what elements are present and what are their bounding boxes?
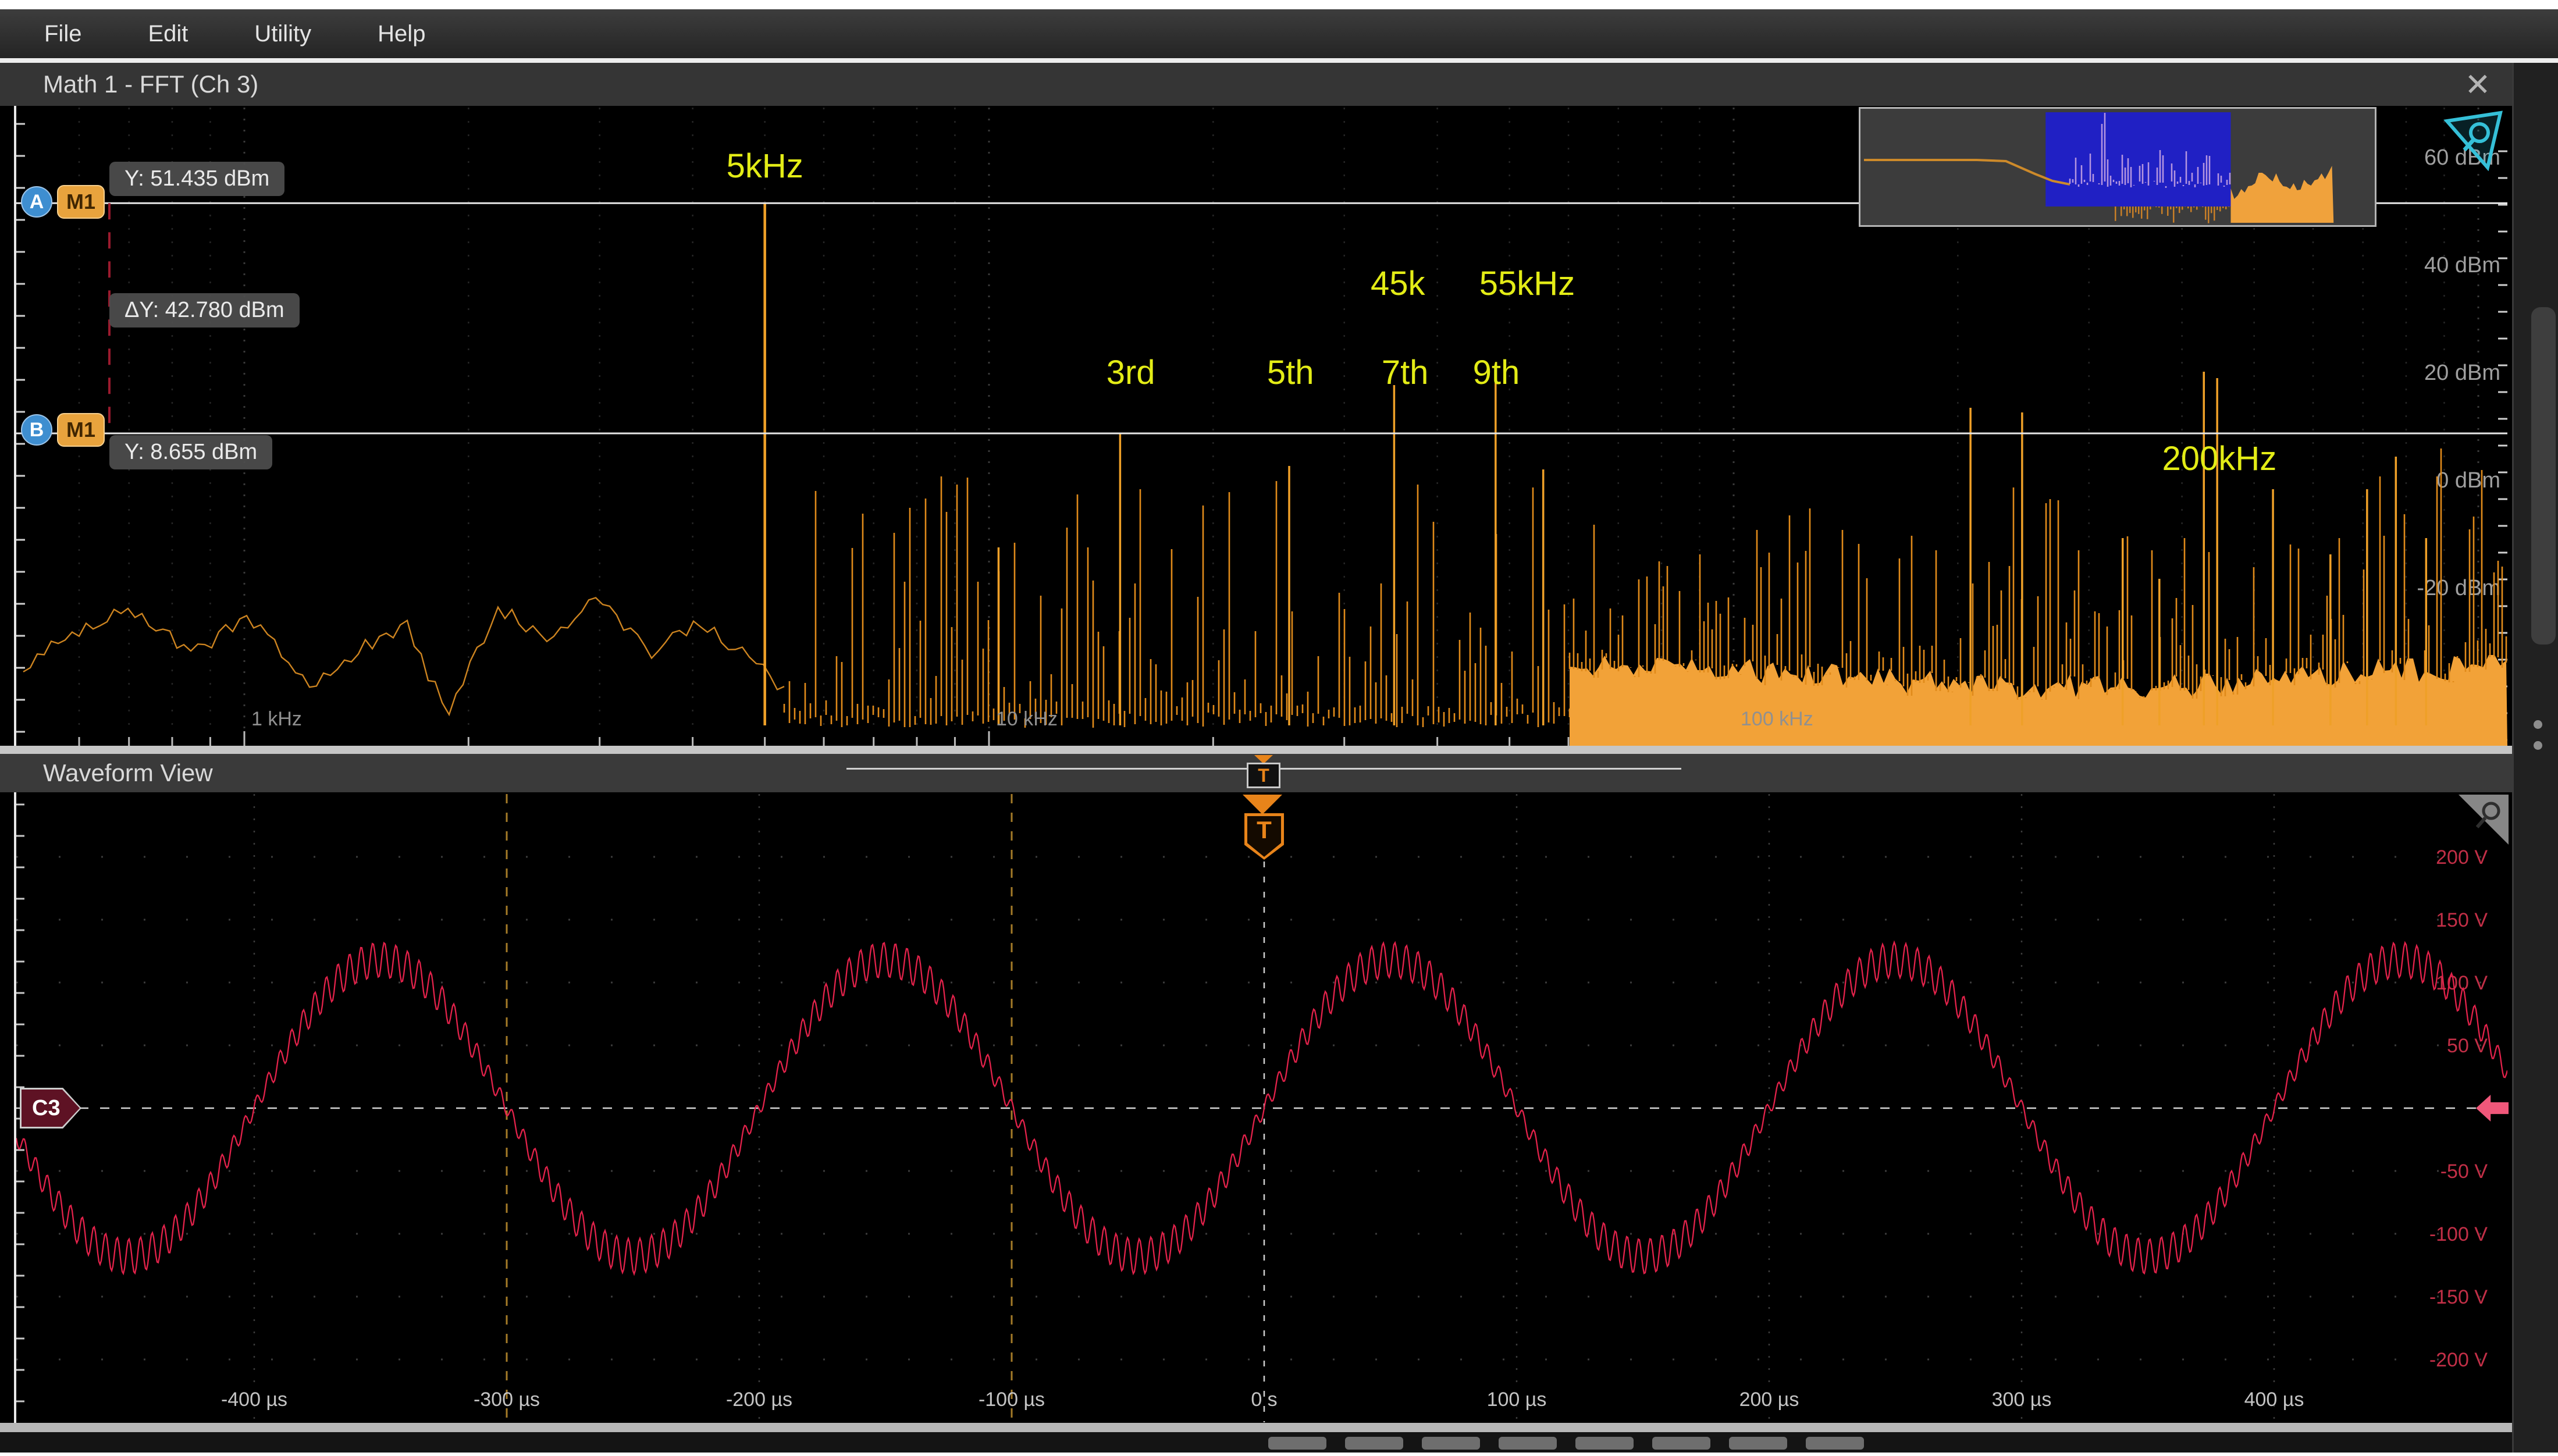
svg-text:200 V: 200 V xyxy=(2436,846,2488,868)
svg-text:5kHz: 5kHz xyxy=(727,147,803,185)
waveform-plot[interactable]: 200 V150 V100 V50 V-50 V-100 V-150 V-200… xyxy=(0,792,2512,1423)
scrollbar-grip-dot xyxy=(2534,741,2542,750)
cursor-b-handle[interactable]: B xyxy=(21,414,52,446)
svg-text:9th: 9th xyxy=(1473,354,1520,391)
svg-text:50 V: 50 V xyxy=(2447,1035,2488,1057)
svg-text:-200 V: -200 V xyxy=(2429,1349,2488,1371)
cursor-b-source-badge[interactable]: M1 xyxy=(57,413,105,447)
waveform-canvas[interactable]: 200 V150 V100 V50 V-50 V-100 V-150 V-200… xyxy=(16,794,2507,1422)
svg-text:200kHz: 200kHz xyxy=(2162,440,2277,478)
svg-text:7th: 7th xyxy=(1382,354,1429,391)
svg-text:5th: 5th xyxy=(1267,354,1314,391)
svg-text:-300 µs: -300 µs xyxy=(474,1389,540,1411)
menu-file[interactable]: File xyxy=(44,21,81,47)
svg-text:100 µs: 100 µs xyxy=(1487,1389,1547,1411)
close-icon[interactable]: ✕ xyxy=(2457,65,2498,104)
svg-text:-20 dBm: -20 dBm xyxy=(2417,576,2500,600)
svg-text:200 µs: 200 µs xyxy=(1739,1389,1799,1411)
scrollbar-grip-dot xyxy=(2534,720,2542,729)
svg-text:20 dBm: 20 dBm xyxy=(2424,361,2500,385)
svg-text:55kHz: 55kHz xyxy=(1479,265,1575,302)
svg-text:3rd: 3rd xyxy=(1107,354,1155,391)
svg-text:0 s: 0 s xyxy=(1251,1389,1277,1411)
svg-text:-150 V: -150 V xyxy=(2429,1286,2488,1308)
svg-text:-400 µs: -400 µs xyxy=(221,1389,287,1411)
footer-strip xyxy=(0,1432,2512,1453)
trigger-badge-glyph: T xyxy=(1247,816,1281,857)
cursor-delta-readout: ΔY: 42.780 dBm xyxy=(109,293,300,327)
svg-text:-100 V: -100 V xyxy=(2429,1223,2488,1245)
menu-edit[interactable]: Edit xyxy=(148,21,188,47)
svg-text:-200 µs: -200 µs xyxy=(726,1389,792,1411)
cursor-a-source-badge[interactable]: M1 xyxy=(57,185,105,219)
cursor-b-readout: Y: 8.655 dBm xyxy=(109,435,272,469)
oscilloscope-app: File Edit Utility Help Math 1 - FFT (Ch … xyxy=(0,0,2558,1456)
svg-text:1 kHz: 1 kHz xyxy=(251,708,302,730)
trigger-track-handle[interactable]: T xyxy=(1247,763,1280,788)
thumbnail-trace xyxy=(1860,109,2375,225)
scrollbar-handle[interactable] xyxy=(2531,307,2556,645)
svg-text:-50 V: -50 V xyxy=(2440,1160,2488,1183)
svg-text:45k: 45k xyxy=(1371,265,1426,302)
right-scrollbar[interactable] xyxy=(2512,63,2558,1453)
fft-title-text: Math 1 - FFT (Ch 3) xyxy=(43,70,258,98)
menu-utility[interactable]: Utility xyxy=(254,21,311,47)
svg-text:100 kHz: 100 kHz xyxy=(1741,708,1813,730)
footer-dashes xyxy=(1268,1437,1864,1450)
svg-text:0 dBm: 0 dBm xyxy=(2436,468,2500,493)
svg-text:40 dBm: 40 dBm xyxy=(2424,253,2500,277)
menu-bar: File Edit Utility Help xyxy=(0,9,2558,58)
svg-text:10 kHz: 10 kHz xyxy=(996,708,1058,730)
fft-zoom-icon[interactable] xyxy=(2443,111,2504,171)
svg-text:150 V: 150 V xyxy=(2436,909,2488,931)
panel-divider xyxy=(0,746,2512,754)
fft-panel-title: Math 1 - FFT (Ch 3) xyxy=(0,63,2512,106)
menu-separator xyxy=(0,58,2558,63)
svg-text:-100 µs: -100 µs xyxy=(979,1389,1045,1411)
svg-text:400 µs: 400 µs xyxy=(2244,1389,2304,1411)
waveform-title-text: Waveform View xyxy=(43,759,213,787)
waveform-zoom-icon[interactable] xyxy=(2459,795,2509,845)
cursor-a-handle[interactable]: A xyxy=(21,186,52,218)
trigger-position-arrow-icon xyxy=(1243,795,1282,814)
svg-text:300 µs: 300 µs xyxy=(1992,1389,2052,1411)
cursor-a-readout: Y: 51.435 dBm xyxy=(109,162,284,196)
spectrum-overview-thumbnail[interactable] xyxy=(1859,107,2376,227)
waveform-bottom-border xyxy=(0,1423,2512,1432)
menu-help[interactable]: Help xyxy=(378,21,425,47)
